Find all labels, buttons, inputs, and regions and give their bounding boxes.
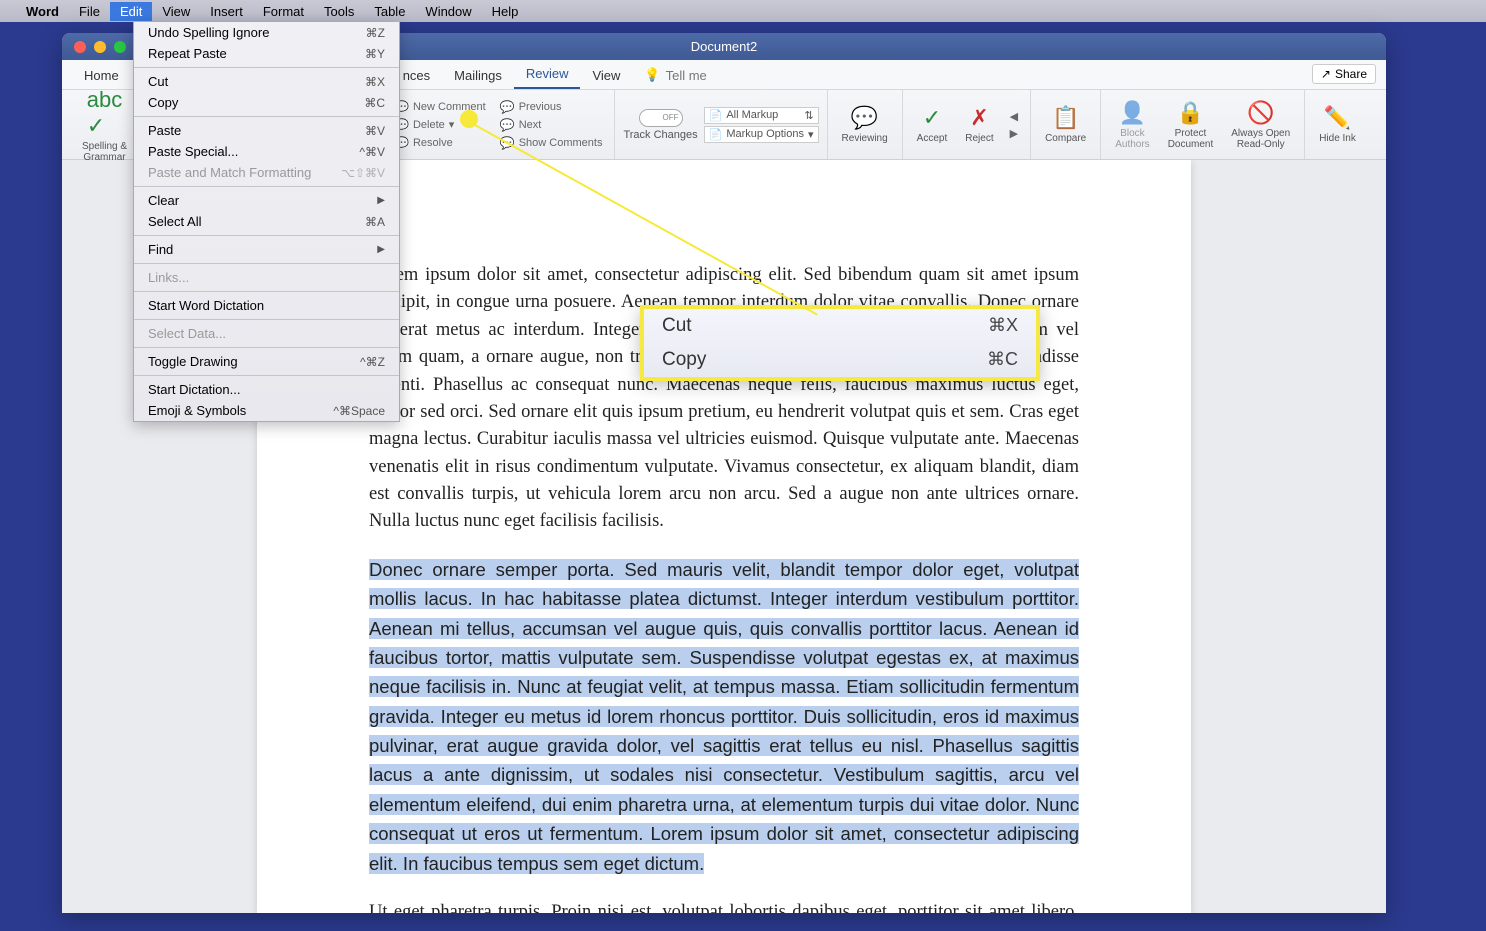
tab-home[interactable]: Home: [72, 62, 131, 89]
menu-file[interactable]: File: [69, 2, 110, 21]
selected-text[interactable]: Donec ornare semper porta. Sed mauris ve…: [369, 559, 1079, 874]
prev-icon: 💬: [500, 100, 515, 114]
tab-review[interactable]: Review: [514, 60, 581, 89]
toggle-switch[interactable]: OFF: [639, 109, 683, 127]
next-change-button[interactable]: ▶: [1006, 126, 1022, 141]
maximize-button[interactable]: [114, 41, 126, 53]
menu-view[interactable]: View: [152, 2, 200, 21]
app-name[interactable]: Word: [16, 2, 69, 21]
previous-comment-button[interactable]: 💬Previous: [496, 99, 607, 115]
menu-emoji[interactable]: Emoji & Symbols^⌘Space: [134, 400, 399, 421]
callout-copy: Copy⌘C: [644, 343, 1036, 377]
minimize-button[interactable]: [94, 41, 106, 53]
menu-insert[interactable]: Insert: [200, 2, 253, 21]
paragraph-1[interactable]: Lorem ipsum dolor sit amet, consectetur …: [369, 262, 1079, 536]
menu-paste-special[interactable]: Paste Special...^⌘V: [134, 141, 399, 162]
ink-icon: ✏️: [1324, 105, 1351, 131]
menu-edit[interactable]: Edit: [110, 2, 152, 21]
tab-mailings[interactable]: Mailings: [442, 62, 514, 89]
tab-view[interactable]: View: [580, 62, 632, 89]
protect-document-button[interactable]: 🔒Protect Document: [1162, 98, 1220, 152]
compare-button[interactable]: 📋Compare: [1039, 103, 1092, 146]
all-markup-select[interactable]: 📄All Markup⇅: [704, 107, 819, 124]
prev-change-button[interactable]: ◀: [1006, 109, 1022, 124]
close-button[interactable]: [74, 41, 86, 53]
menu-paste[interactable]: Paste⌘V: [134, 120, 399, 141]
menu-format[interactable]: Format: [253, 2, 314, 21]
annotation-dot: [460, 110, 478, 128]
reviewing-icon: 💬: [851, 105, 878, 131]
window-title: Document2: [691, 39, 757, 54]
menu-clear[interactable]: Clear▶: [134, 190, 399, 211]
lock-icon: 🔒: [1177, 100, 1204, 126]
track-changes-toggle[interactable]: OFF Track Changes: [623, 109, 697, 141]
reject-icon: ✗: [970, 105, 988, 131]
show-comments-button[interactable]: 💬Show Comments: [496, 135, 607, 151]
hide-ink-button[interactable]: ✏️Hide Ink: [1313, 103, 1362, 146]
accept-icon: ✓: [923, 105, 941, 131]
next-comment-button[interactable]: 💬Next: [496, 117, 607, 133]
tell-me[interactable]: 💡Tell me: [632, 61, 718, 89]
menu-select-data: Select Data...: [134, 323, 399, 344]
menu-start-dictation[interactable]: Start Dictation...: [134, 379, 399, 400]
next-icon: 💬: [500, 118, 515, 132]
menu-cut[interactable]: Cut⌘X: [134, 71, 399, 92]
menu-links: Links...: [134, 267, 399, 288]
paragraph-3[interactable]: Ut eget pharetra turpis. Proin nisi est,…: [369, 899, 1079, 913]
block-authors-button: 👤Block Authors: [1109, 98, 1155, 152]
menu-tools[interactable]: Tools: [314, 2, 364, 21]
spelling-grammar-button[interactable]: abc✓ Spelling & Grammar: [76, 85, 133, 165]
always-open-readonly-button[interactable]: 🚫Always Open Read-Only: [1225, 98, 1296, 152]
bulb-icon: 💡: [644, 67, 660, 83]
menu-copy[interactable]: Copy⌘C: [134, 92, 399, 113]
paragraph-2[interactable]: Donec ornare semper porta. Sed mauris ve…: [369, 556, 1079, 879]
share-icon: ↗: [1321, 67, 1331, 81]
menu-find[interactable]: Find▶: [134, 239, 399, 260]
readonly-icon: 🚫: [1247, 100, 1274, 126]
doc-icon: 📄: [709, 109, 723, 122]
menu-select-all[interactable]: Select All⌘A: [134, 211, 399, 232]
share-button[interactable]: ↗Share: [1312, 64, 1376, 84]
menu-toggle-drawing[interactable]: Toggle Drawing^⌘Z: [134, 351, 399, 372]
mac-menubar: Word File Edit View Insert Format Tools …: [0, 0, 1486, 22]
edit-dropdown: Undo Spelling Ignore⌘Z Repeat Paste⌘Y Cu…: [133, 22, 400, 422]
block-icon: 👤: [1119, 100, 1146, 126]
menu-paste-match: Paste and Match Formatting⌥⇧⌘V: [134, 162, 399, 183]
callout-cut: Cut⌘X: [644, 309, 1036, 343]
reviewing-button[interactable]: 💬Reviewing: [836, 103, 894, 146]
accept-button[interactable]: ✓Accept: [911, 103, 954, 146]
callout-box: Cut⌘X Copy⌘C: [640, 305, 1040, 381]
reject-button[interactable]: ✗Reject: [959, 103, 999, 146]
compare-icon: 📋: [1052, 105, 1079, 131]
menu-undo[interactable]: Undo Spelling Ignore⌘Z: [134, 22, 399, 43]
menu-help[interactable]: Help: [482, 2, 529, 21]
resolve-button[interactable]: 💬Resolve: [390, 135, 490, 151]
menu-repeat[interactable]: Repeat Paste⌘Y: [134, 43, 399, 64]
markup-options-select[interactable]: 📄Markup Options▾: [704, 126, 819, 143]
menu-window[interactable]: Window: [415, 2, 481, 21]
doc-icon: 📄: [709, 128, 723, 141]
menu-start-word-dictation[interactable]: Start Word Dictation: [134, 295, 399, 316]
traffic-lights: [62, 41, 126, 53]
spelling-icon: abc✓: [87, 87, 122, 139]
menu-table[interactable]: Table: [364, 2, 415, 21]
